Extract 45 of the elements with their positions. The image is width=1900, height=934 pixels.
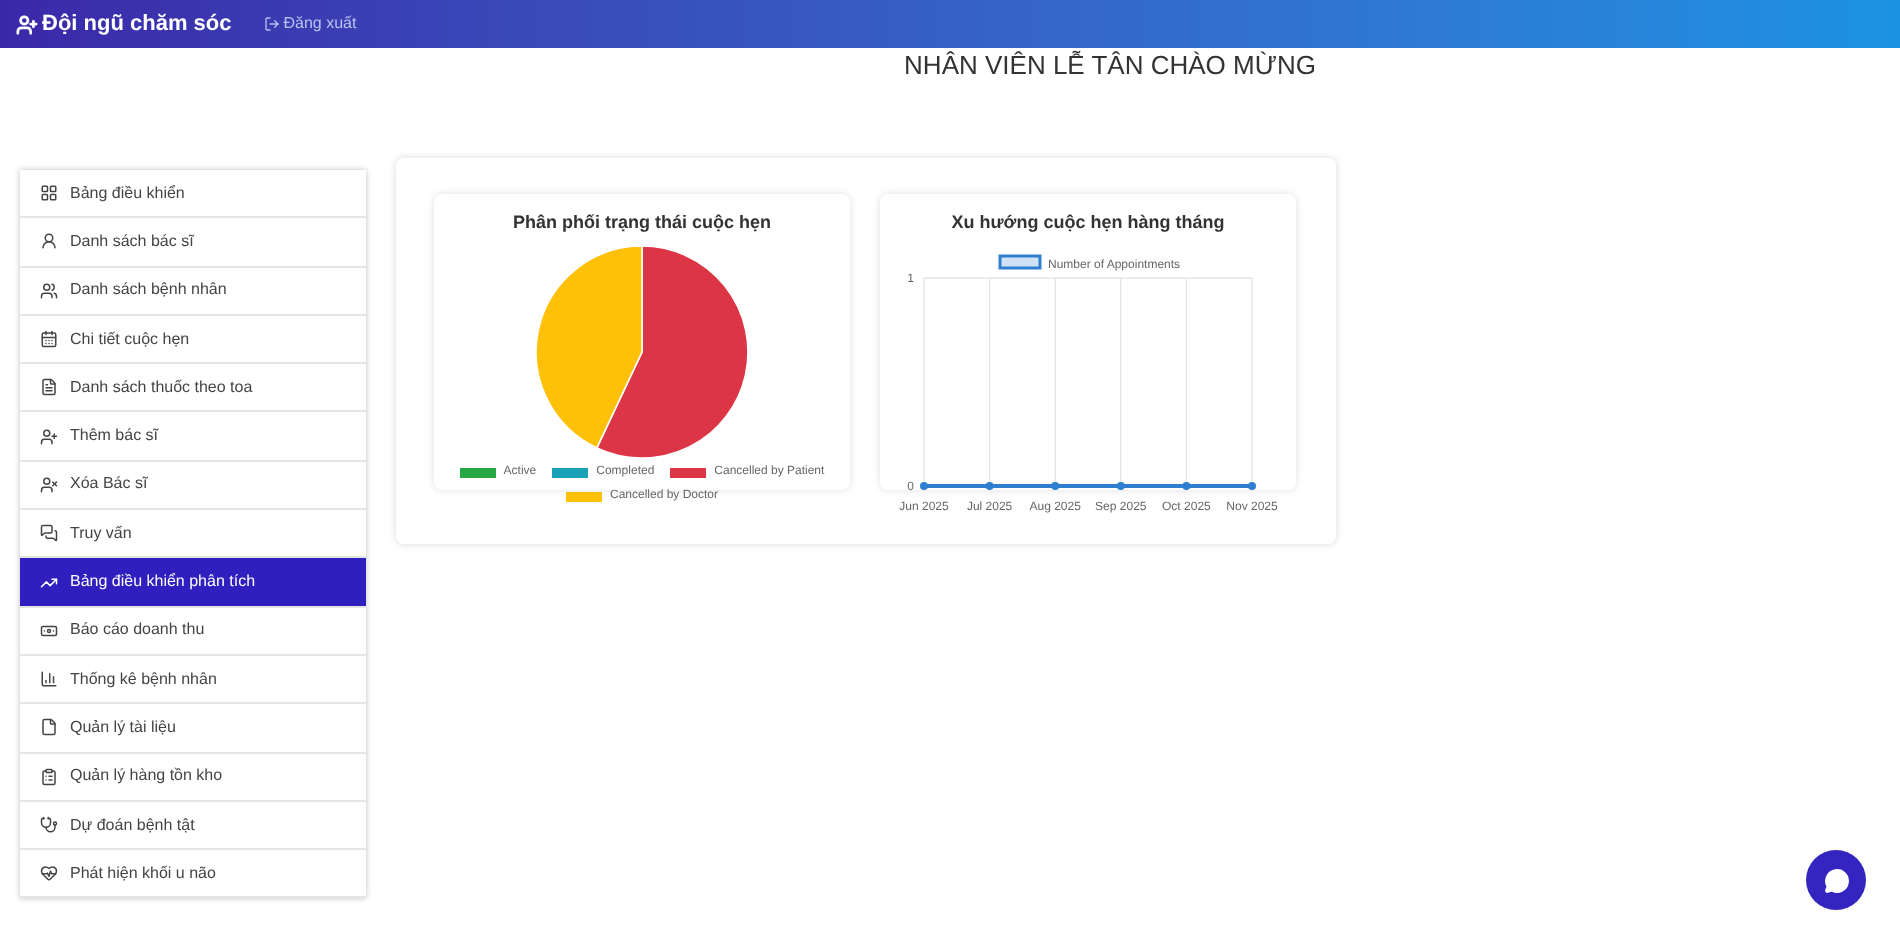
users-icon (40, 281, 58, 300)
legend-swatch (998, 254, 1042, 270)
bar-chart-icon (40, 670, 58, 689)
user-icon (40, 232, 58, 251)
chat-icon (1823, 867, 1849, 893)
data-point (920, 482, 928, 490)
data-point (1051, 482, 1060, 490)
logout-link[interactable]: Đăng xuất (263, 12, 357, 36)
document-icon (40, 378, 58, 397)
sidebar-item[interactable]: Bảng điều khiển (20, 170, 366, 219)
stethoscope-icon (40, 816, 58, 834)
sidebar-item[interactable]: Danh sách bác sĩ (20, 218, 366, 268)
sidebar-item[interactable]: Bảng điều khiển phân tích (20, 558, 366, 608)
sidebar-item[interactable]: Phát hiện khối u não (20, 850, 366, 899)
file-icon (40, 718, 58, 737)
calendar-icon (40, 330, 58, 349)
chart-title: Phân phối trạng thái cuộc hẹn (512, 210, 771, 236)
sidebar-item[interactable]: Chi tiết cuộc hẹn (20, 315, 366, 365)
sidebar-item[interactable]: Thêm bác sĩ (20, 412, 366, 462)
data-point (1182, 482, 1191, 490)
sidebar-item[interactable]: Dự đoán bệnh tật (20, 801, 366, 851)
trend-icon (40, 573, 58, 592)
grid-icon (40, 184, 58, 203)
logout-icon (263, 16, 280, 32)
data-point (985, 482, 994, 490)
sidebar-item[interactable]: Báo cáo doanh thu (20, 607, 366, 656)
sidebar-item[interactable]: Danh sách thuốc theo toa (20, 364, 366, 413)
page-heading: NHÂN VIÊN LỄ TÂN CHÀO MỪNG (904, 50, 1316, 82)
data-point (1116, 482, 1125, 490)
chat-icon (40, 524, 58, 543)
user-plus-icon (16, 13, 38, 35)
sidebar-item[interactable]: Thống kê bệnh nhân (20, 655, 366, 705)
sidebar-item[interactable]: Danh sách bệnh nhân (20, 267, 366, 316)
heart-pulse-icon (40, 864, 58, 883)
sidebar-item[interactable]: Quản lý hàng tồn kho (20, 753, 366, 802)
user-plus-icon (40, 427, 58, 446)
clipboard-icon (40, 767, 58, 786)
data-point (1248, 482, 1256, 490)
banknote-icon (40, 621, 58, 640)
user-x-icon (40, 475, 58, 494)
sidebar-item[interactable]: Xóa Bác sĩ (20, 461, 366, 511)
chat-button[interactable] (1806, 850, 1866, 910)
chart-title: Xu hướng cuộc hẹn hàng tháng (951, 210, 1225, 236)
sidebar-item[interactable]: Quản lý tài liệu (20, 704, 366, 754)
brand-link[interactable]: Đội ngũ chăm sóc (16, 7, 232, 41)
